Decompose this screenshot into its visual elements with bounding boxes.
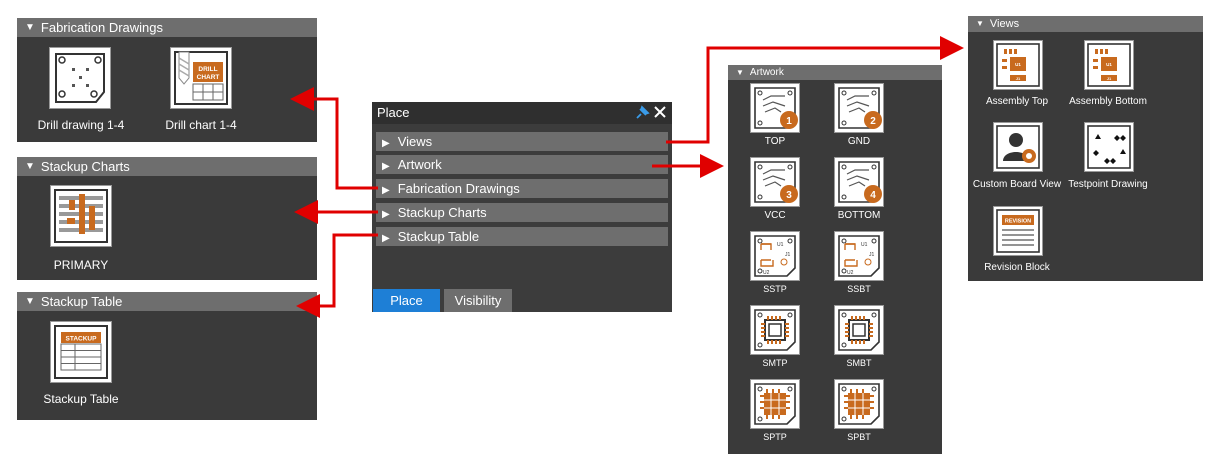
views-testpoint-drawing-icon[interactable] bbox=[1084, 122, 1134, 172]
artwork-panel: ▼ Artwork 1 TOP 2 GND 3 VCC 4 BOTTOM U1 J1 U2 SSTP U1… bbox=[728, 65, 942, 454]
views-revision-block-icon[interactable]: REVISION bbox=[993, 206, 1043, 256]
place-row-label: Artwork bbox=[397, 157, 442, 172]
assembly-mark-text: J1 bbox=[1107, 76, 1112, 81]
place-row-fabrication[interactable]: ▶ Fabrication Drawings bbox=[376, 179, 668, 198]
fabrication-header[interactable]: ▼ Fabrication Drawings bbox=[17, 18, 317, 37]
assembly-mark-text: U1 bbox=[1015, 62, 1021, 67]
artwork-label: VCC bbox=[764, 210, 786, 221]
place-row-stackup-table[interactable]: ▶ Stackup Table bbox=[376, 227, 668, 246]
collapse-triangle-icon: ▼ bbox=[736, 68, 744, 77]
artwork-label: GND bbox=[847, 136, 871, 147]
drill-chart-text-1: DRILL bbox=[198, 66, 217, 73]
silkscreen-mark-text: U1 bbox=[777, 242, 784, 248]
close-icon[interactable] bbox=[653, 105, 667, 119]
place-row-label: Stackup Table bbox=[397, 229, 480, 244]
expand-triangle-icon: ▶ bbox=[382, 185, 390, 196]
artwork-ssbt-icon[interactable]: U1 J1 U2 bbox=[834, 231, 884, 281]
collapse-triangle-icon: ▼ bbox=[25, 22, 35, 33]
artwork-label: SSTP bbox=[763, 284, 787, 294]
stackup-tile-text: STACKUP bbox=[66, 336, 98, 343]
assembly-mark-text: J1 bbox=[1016, 76, 1021, 81]
stackup-table-label: Stackup Table bbox=[43, 392, 119, 406]
place-row-label: Stackup Charts bbox=[397, 205, 487, 220]
artwork-top-icon[interactable]: 1 bbox=[750, 83, 800, 133]
expand-triangle-icon: ▶ bbox=[382, 233, 390, 244]
views-label: Assembly Top bbox=[985, 96, 1049, 107]
artwork-bottom-icon[interactable]: 4 bbox=[834, 157, 884, 207]
views-header[interactable]: ▼ Views bbox=[968, 16, 1203, 32]
stackup-charts-header[interactable]: ▼ Stackup Charts bbox=[17, 157, 317, 176]
drill-chart-icon[interactable]: DRILL CHART bbox=[170, 47, 232, 109]
layer-number-text: 1 bbox=[786, 116, 792, 127]
artwork-label: SMTP bbox=[762, 358, 788, 368]
stackup-table-panel: ▼ Stackup Table STACKUP Stackup Table bbox=[17, 292, 317, 420]
drill-chart-text-2: CHART bbox=[197, 74, 220, 81]
place-row-label: Views bbox=[397, 134, 433, 149]
silkscreen-mark-text: U1 bbox=[861, 242, 868, 248]
views-header-label: Views bbox=[989, 18, 1020, 30]
drill-chart-label: Drill chart 1-4 bbox=[165, 118, 237, 132]
expand-triangle-icon: ▶ bbox=[382, 161, 390, 172]
tab-visibility[interactable]: Visibility bbox=[444, 289, 512, 312]
silkscreen-mark-text: U2 bbox=[847, 270, 854, 276]
drill-drawing-label: Drill drawing 1-4 bbox=[37, 118, 125, 132]
artwork-label: SPTP bbox=[763, 432, 787, 442]
views-label: Revision Block bbox=[984, 262, 1050, 273]
assembly-mark-text: U1 bbox=[1106, 62, 1112, 67]
place-title: Place bbox=[377, 105, 410, 120]
artwork-header-label: Artwork bbox=[749, 67, 784, 78]
artwork-label: SMBT bbox=[846, 358, 872, 368]
artwork-sstp-icon[interactable]: U1 J1 U2 bbox=[750, 231, 800, 281]
pin-icon[interactable] bbox=[634, 105, 650, 121]
place-panel: Place ▶ Views ▶ Artwork ▶ Fabrication Drawi… bbox=[372, 102, 672, 312]
artwork-vcc-icon[interactable]: 3 bbox=[750, 157, 800, 207]
collapse-triangle-icon: ▼ bbox=[25, 161, 35, 172]
place-row-views[interactable]: ▶ Views bbox=[376, 132, 668, 151]
place-row-stackup-charts[interactable]: ▶ Stackup Charts bbox=[376, 203, 668, 222]
layer-number-text: 4 bbox=[870, 190, 876, 201]
views-label: Assembly Bottom bbox=[1069, 96, 1147, 107]
place-tab-bar: Place Visibility bbox=[372, 288, 672, 312]
stackup-charts-panel: ▼ Stackup Charts PRIMARY bbox=[17, 157, 317, 280]
silkscreen-mark-text: U2 bbox=[763, 270, 770, 276]
place-row-label: Fabrication Drawings bbox=[397, 181, 520, 196]
views-label: Custom Board View bbox=[972, 179, 1062, 190]
artwork-smtp-icon[interactable] bbox=[750, 305, 800, 355]
stackup-charts-header-label: Stackup Charts bbox=[40, 159, 130, 174]
layer-number-text: 2 bbox=[870, 116, 876, 127]
artwork-label: SPBT bbox=[847, 432, 871, 442]
layer-number-text: 3 bbox=[786, 190, 792, 201]
primary-label: PRIMARY bbox=[53, 258, 109, 272]
views-panel: ▼ Views U1 J1 Assembly Top U1 J1 Assembly Bott… bbox=[968, 16, 1203, 281]
artwork-label: TOP bbox=[764, 136, 786, 147]
drill-drawing-icon[interactable] bbox=[49, 47, 111, 109]
artwork-smbt-icon[interactable] bbox=[834, 305, 884, 355]
collapse-triangle-icon: ▼ bbox=[25, 296, 35, 307]
stackup-table-header[interactable]: ▼ Stackup Table bbox=[17, 292, 317, 311]
views-assembly-bottom-icon[interactable]: U1 J1 bbox=[1084, 40, 1134, 90]
artwork-gnd-icon[interactable]: 2 bbox=[834, 83, 884, 133]
tab-place[interactable]: Place bbox=[373, 289, 440, 312]
expand-triangle-icon: ▶ bbox=[382, 138, 390, 149]
fabrication-header-label: Fabrication Drawings bbox=[40, 20, 164, 35]
primary-stackup-icon[interactable] bbox=[50, 185, 112, 247]
fabrication-panel: ▼ Fabrication Drawings Drill drawing 1-4 … bbox=[17, 18, 317, 142]
artwork-spbt-icon[interactable] bbox=[834, 379, 884, 429]
silkscreen-mark-text: J1 bbox=[785, 252, 791, 258]
views-custom-board-view-icon[interactable] bbox=[993, 122, 1043, 172]
place-row-artwork[interactable]: ▶ Artwork bbox=[376, 155, 668, 174]
expand-triangle-icon: ▶ bbox=[382, 209, 390, 220]
stackup-table-header-label: Stackup Table bbox=[40, 294, 123, 309]
artwork-label: BOTTOM bbox=[837, 210, 881, 221]
artwork-label: SSBT bbox=[847, 284, 871, 294]
place-title-bar: Place bbox=[372, 102, 672, 124]
views-assembly-top-icon[interactable]: U1 J1 bbox=[993, 40, 1043, 90]
silkscreen-mark-text: J1 bbox=[869, 252, 875, 258]
artwork-sptp-icon[interactable] bbox=[750, 379, 800, 429]
views-label: Testpoint Drawing bbox=[1068, 179, 1148, 190]
artwork-header[interactable]: ▼ Artwork bbox=[728, 65, 942, 80]
revision-tile-text: REVISION bbox=[1005, 219, 1031, 225]
collapse-triangle-icon: ▼ bbox=[976, 19, 984, 28]
stackup-table-icon[interactable]: STACKUP bbox=[50, 321, 112, 383]
